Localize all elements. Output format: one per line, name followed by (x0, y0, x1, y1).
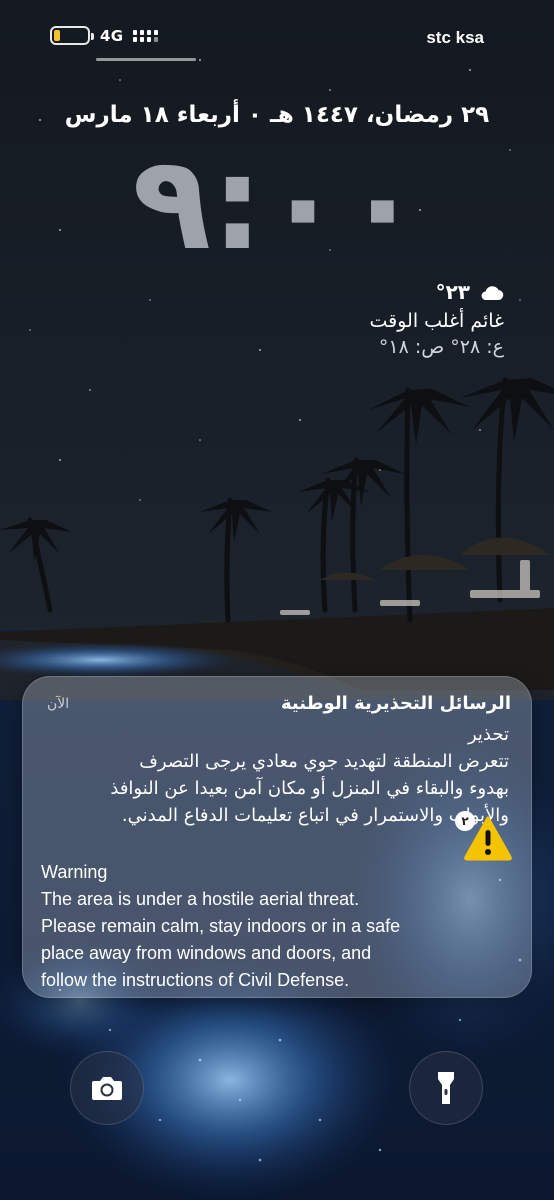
alert-line-ar: تتعرض المنطقة لتهديد جوي معادي يرجى التص… (139, 751, 509, 772)
warning-indicator: ٢ (455, 811, 513, 867)
weather-range: ع: ٢٨° ص: ١٨° (378, 336, 504, 358)
flashlight-button[interactable] (409, 1051, 483, 1125)
notification-count-badge: ٢ (455, 811, 475, 831)
weather-condition: غائم أغلب الوقت (369, 310, 504, 332)
status-indicator-bar (96, 58, 196, 61)
alert-line-ar: بهدوء والبقاء في المنزل أو مكان آمن بعيد… (110, 778, 509, 799)
cloud-icon (481, 286, 504, 301)
status-left: 4G (50, 26, 159, 45)
flashlight-icon (438, 1072, 454, 1104)
notification-time: الآن (47, 695, 70, 712)
carrier-name: stc ksa (426, 28, 484, 47)
alert-heading-english: Warning (41, 862, 108, 882)
camera-button[interactable] (70, 1051, 144, 1125)
alert-line-en: follow the instructions of Civil Defense… (41, 970, 350, 990)
weather-temperature: ٢٣° (435, 280, 470, 304)
notification-app-name: الرسائل التحذيرية الوطنية (280, 693, 511, 714)
network-type: 4G (100, 26, 124, 45)
battery-level (54, 30, 60, 41)
alert-line-en: Please remain calm, stay indoors or in a… (41, 916, 401, 936)
signal-icon (133, 29, 159, 42)
alert-body-arabic: تحذير تتعرض المنطقة لتهديد جوي معادي يرج… (43, 721, 509, 829)
weather-widget[interactable]: ٢٣° غائم أغلب الوقت ع: ٢٨° ص: ١٨° (369, 280, 504, 358)
alert-line-ar: والأبواب والاستمرار في اتباع تعليمات الد… (121, 805, 509, 826)
alert-body-english: Warning The area is under a hostile aeri… (41, 859, 441, 994)
battery-icon (50, 26, 94, 45)
lock-clock[interactable]: ٩:٠٠ (0, 128, 554, 278)
camera-icon (92, 1077, 122, 1100)
alert-line-en: place away from windows and doors, and (41, 943, 372, 963)
emergency-alert-card[interactable]: الرسائل التحذيرية الوطنية الآن تحذير تتع… (22, 676, 532, 998)
alert-line-en: The area is under a hostile aerial threa… (41, 889, 360, 909)
lock-date: ٢٩ رمضان، ١٤٤٧ هـ ٠ أربعاء ١٨ مارس (64, 102, 490, 128)
alert-heading-arabic: تحذير (467, 724, 509, 745)
